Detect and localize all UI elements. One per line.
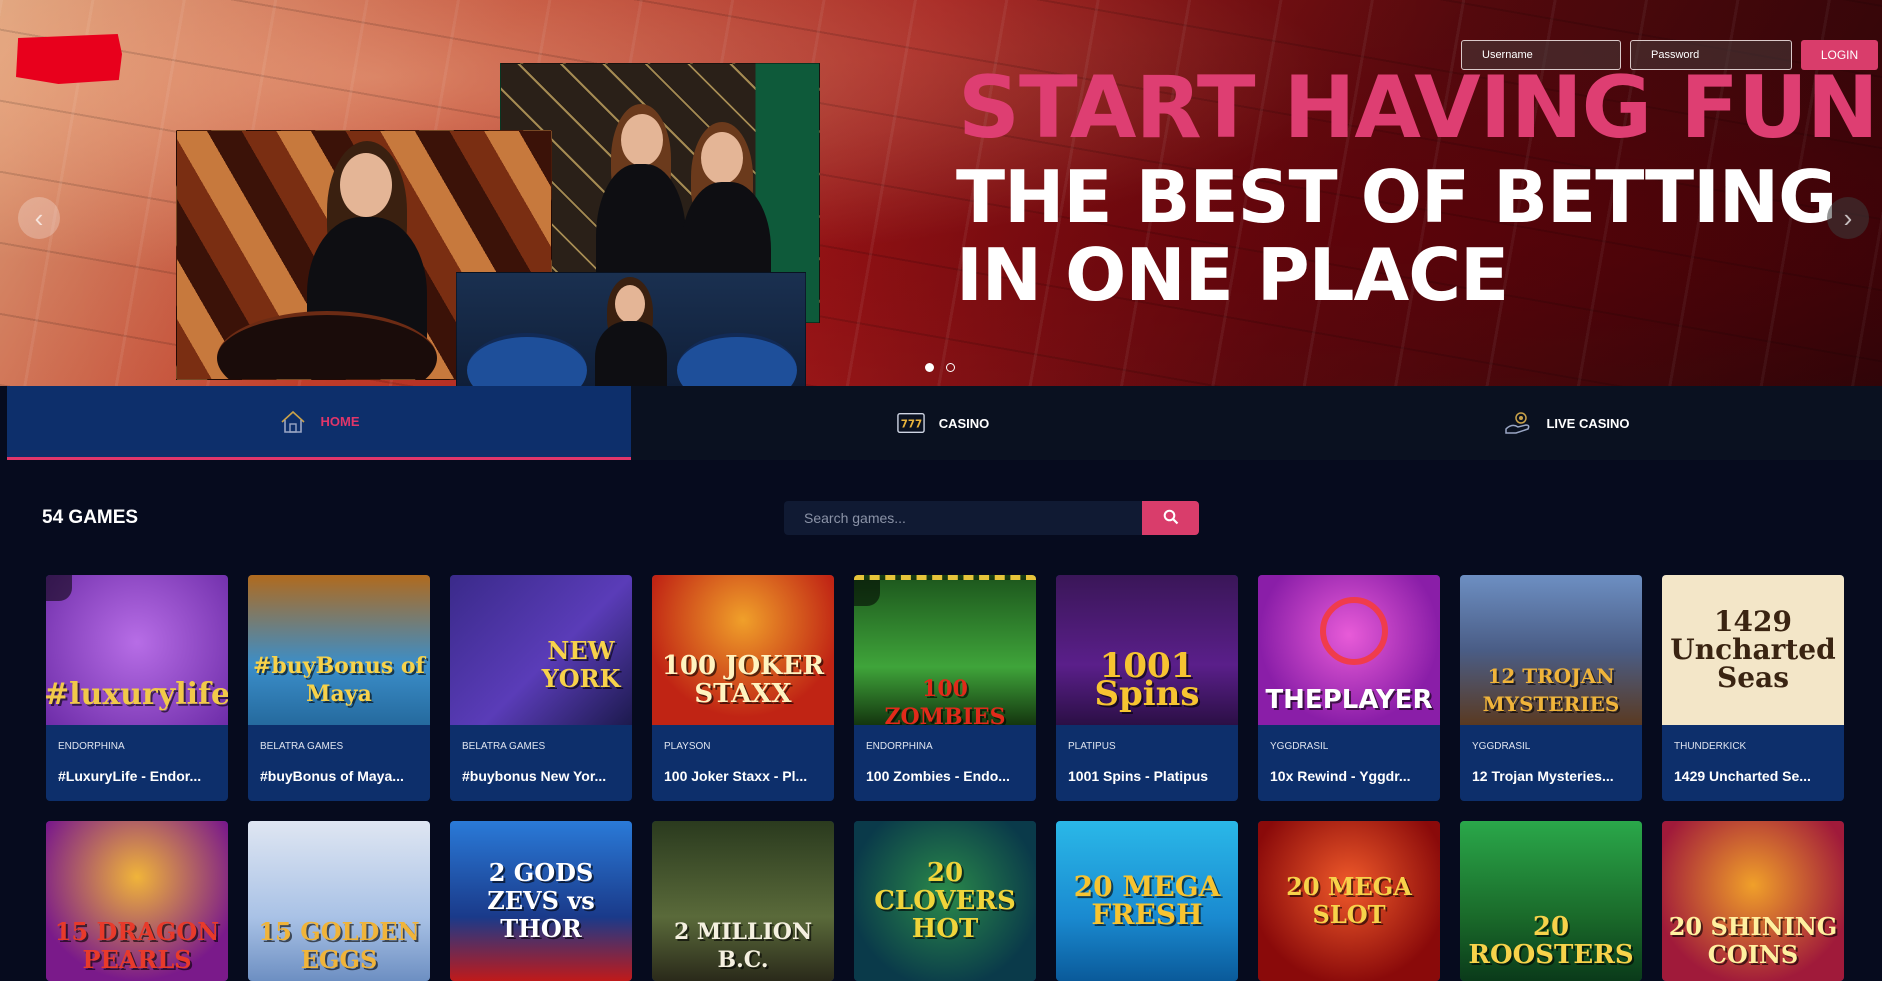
game-card[interactable]: 2 MILLION B.C. <box>652 821 834 981</box>
login-button[interactable]: LOGIN <box>1801 40 1878 70</box>
games-grid-row-2: 15 DRAGON PEARLS 15 GOLDEN EGGS 2 GODS Z… <box>46 821 1844 981</box>
hero-headline: START HAVING FUN <box>958 58 1879 158</box>
game-card[interactable]: 1001 Spins PLATIPUS 1001 Spins - Platipu… <box>1056 575 1238 801</box>
game-title: #buybonus New Yor... <box>462 768 607 784</box>
game-title: 100 Joker Staxx - Pl... <box>664 768 808 784</box>
game-provider: YGGDRASIL <box>1270 741 1329 752</box>
game-title: 1001 Spins - Platipus <box>1068 768 1209 784</box>
game-title: #buyBonus of Maya... <box>260 768 404 784</box>
game-thumbnail[interactable]: 1001 Spins <box>1056 575 1238 725</box>
game-thumbnail[interactable]: 100 JOKER STAXX <box>652 575 834 725</box>
home-icon <box>279 410 307 434</box>
game-card[interactable]: 1429 Uncharted Seas THUNDERKICK 1429 Unc… <box>1662 575 1844 801</box>
game-card[interactable]: THEPLAYER YGGDRASIL 10x Rewind - Yggdr..… <box>1258 575 1440 801</box>
game-title: 12 Trojan Mysteries... <box>1472 768 1614 784</box>
game-card[interactable]: NEW YORK BELATRA GAMES #buybonus New Yor… <box>450 575 632 801</box>
category-nav: HOME 777 CASINO LIVE CASINO <box>7 386 1882 460</box>
brand-logo[interactable] <box>16 34 122 84</box>
game-card[interactable]: 2 GODS ZEVS vs THOR <box>450 821 632 981</box>
login-form: LOGIN <box>1461 40 1878 70</box>
slot-machine-icon: 777 <box>896 411 925 435</box>
search-input[interactable] <box>784 501 1142 535</box>
game-title: 1429 Uncharted Se... <box>1674 768 1811 784</box>
chevron-right-icon[interactable]: › <box>1827 197 1869 239</box>
live-dealer-icon <box>1504 411 1532 435</box>
hero-subheadline: THE BEST OF BETTING IN ONE PLACE <box>956 155 1837 317</box>
game-card[interactable]: #buyBonus of Maya BELATRA GAMES #buyBonu… <box>248 575 430 801</box>
game-thumbnail[interactable]: 15 DRAGON PEARLS <box>46 821 228 981</box>
game-thumbnail[interactable]: 20 ROOSTERS <box>1460 821 1642 981</box>
game-thumbnail[interactable]: 20 MEGA SLOT <box>1258 821 1440 981</box>
game-thumbnail[interactable]: 2 MILLION B.C. <box>652 821 834 981</box>
play-icon <box>854 580 880 606</box>
game-title: #LuxuryLife - Endor... <box>58 768 202 784</box>
search-icon <box>1163 509 1179 528</box>
game-thumbnail[interactable]: 20 MEGA FRESH <box>1056 821 1238 981</box>
game-thumbnail[interactable]: 20 SHINING COINS <box>1662 821 1844 981</box>
game-card[interactable]: 20 MEGA SLOT <box>1258 821 1440 981</box>
game-card[interactable]: 20 MEGA FRESH <box>1056 821 1238 981</box>
tab-live-casino[interactable]: LIVE CASINO <box>1255 386 1879 460</box>
game-card[interactable]: #luxurylife ENDORPHINA #LuxuryLife - End… <box>46 575 228 801</box>
game-provider: BELATRA GAMES <box>462 741 546 752</box>
games-count: 54 GAMES <box>42 507 139 528</box>
game-card[interactable]: 15 GOLDEN EGGS <box>248 821 430 981</box>
slide-indicators <box>925 363 955 372</box>
game-thumbnail[interactable]: #buyBonus of Maya <box>248 575 430 725</box>
tab-live-casino-label: LIVE CASINO <box>1546 415 1630 431</box>
play-icon <box>46 575 72 601</box>
tab-casino-label: CASINO <box>938 415 990 431</box>
game-provider: PLAYSON <box>664 741 711 752</box>
game-card[interactable]: 20 ROOSTERS <box>1460 821 1642 981</box>
game-thumbnail[interactable]: 15 GOLDEN EGGS <box>248 821 430 981</box>
game-thumbnail[interactable]: #luxurylife <box>46 575 228 725</box>
game-provider: THUNDERKICK <box>1674 741 1747 752</box>
password-input[interactable] <box>1630 40 1792 70</box>
game-thumbnail[interactable]: 1429 Uncharted Seas <box>1662 575 1844 725</box>
game-card[interactable]: 20 CLOVERS HOT <box>854 821 1036 981</box>
game-provider: ENDORPHINA <box>58 741 125 752</box>
game-thumbnail[interactable]: 12 TROJAN MYSTERIES <box>1460 575 1642 725</box>
tab-casino[interactable]: 777 CASINO <box>631 386 1255 460</box>
game-provider: ENDORPHINA <box>866 741 933 752</box>
game-thumbnail[interactable]: 20 CLOVERS HOT <box>854 821 1036 981</box>
slide-dot-2[interactable] <box>946 363 955 372</box>
game-provider: BELATRA GAMES <box>260 741 344 752</box>
tab-home[interactable]: HOME <box>7 386 631 460</box>
game-provider: YGGDRASIL <box>1472 741 1531 752</box>
svg-text:777: 777 <box>900 419 921 431</box>
search-button[interactable] <box>1142 501 1199 535</box>
game-title: 10x Rewind - Yggdr... <box>1270 768 1411 784</box>
game-card[interactable]: 100 ZOMBIES ENDORPHINA 100 Zombies - End… <box>854 575 1036 801</box>
game-card[interactable]: 12 TROJAN MYSTERIES YGGDRASIL 12 Trojan … <box>1460 575 1642 801</box>
tab-home-label: HOME <box>320 414 360 429</box>
game-search <box>784 501 1199 535</box>
game-card[interactable]: 20 SHINING COINS <box>1662 821 1844 981</box>
game-title: 100 Zombies - Endo... <box>866 768 1010 784</box>
game-thumbnail[interactable]: 2 GODS ZEVS vs THOR <box>450 821 632 981</box>
hero-banner: START HAVING FUN THE BEST OF BETTING IN … <box>0 0 1882 386</box>
game-provider: PLATIPUS <box>1068 741 1116 752</box>
casino-floor-photo <box>456 272 806 386</box>
game-thumbnail[interactable]: NEW YORK <box>450 575 632 725</box>
game-card[interactable]: 100 JOKER STAXX PLAYSON 100 Joker Staxx … <box>652 575 834 801</box>
games-grid: #luxurylife ENDORPHINA #LuxuryLife - End… <box>46 575 1844 801</box>
game-thumbnail[interactable]: 100 ZOMBIES <box>854 575 1036 725</box>
game-thumbnail[interactable]: THEPLAYER <box>1258 575 1440 725</box>
slide-dot-1[interactable] <box>925 363 934 372</box>
username-input[interactable] <box>1461 40 1621 70</box>
chevron-left-icon[interactable]: ‹ <box>18 197 60 239</box>
game-card[interactable]: 15 DRAGON PEARLS <box>46 821 228 981</box>
